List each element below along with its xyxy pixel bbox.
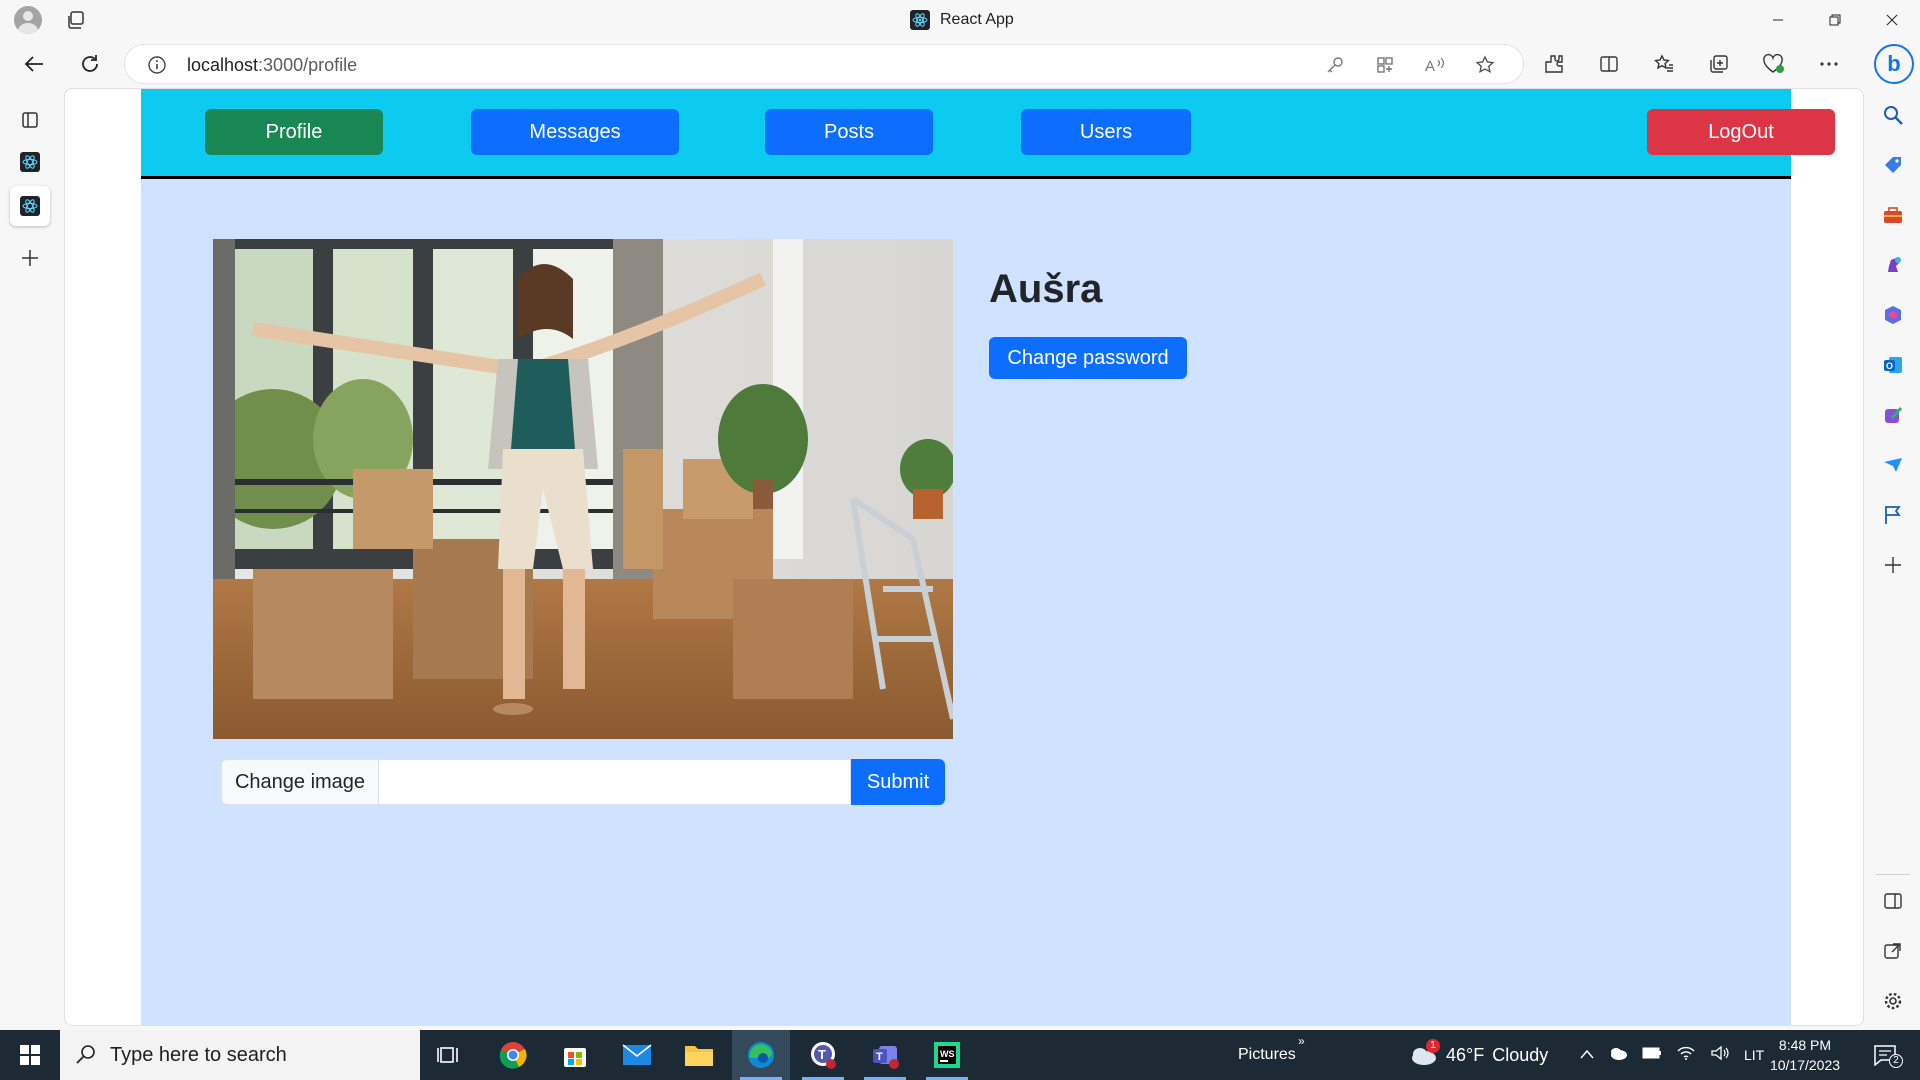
send-icon[interactable] (1880, 452, 1906, 478)
browser-titlebar: React App (0, 0, 1920, 40)
task-view-icon[interactable] (420, 1030, 478, 1080)
change-image-label: Change image (221, 759, 379, 805)
read-aloud-icon[interactable]: A (1421, 53, 1449, 77)
edge-sidebar: O (1866, 88, 1920, 1030)
app-navbar: Profile Messages Posts Users LogOut (141, 89, 1835, 179)
tab-actions-icon[interactable] (66, 10, 86, 30)
wifi-icon[interactable] (1676, 1045, 1696, 1066)
search-placeholder: Type here to search (110, 1043, 287, 1066)
weather-widget[interactable]: 1 46°F Cloudy (1408, 1030, 1548, 1080)
nav-messages-button[interactable]: Messages (471, 109, 679, 155)
window-title: React App (910, 10, 1014, 30)
onedrive-cloud-icon[interactable] (1608, 1046, 1628, 1065)
clock-time: 8:48 PM (1778, 1037, 1832, 1053)
teams-icon[interactable]: T (856, 1030, 914, 1080)
collections-icon[interactable] (1705, 52, 1733, 76)
url-path: :3000/profile (258, 55, 358, 75)
open-external-icon[interactable] (1880, 938, 1906, 964)
weather-alert-badge: 1 (1426, 1039, 1440, 1053)
windows-taskbar: Type here to search T T WS Pictures » 1 … (0, 1030, 1920, 1080)
change-image-form: Change image Submit (221, 759, 945, 805)
minimize-icon[interactable] (1749, 0, 1806, 40)
weather-description: Cloudy (1492, 1044, 1549, 1065)
new-tab-plus-icon[interactable] (10, 238, 50, 278)
outlook-icon[interactable]: O (1880, 352, 1906, 378)
favorite-star-icon[interactable] (1471, 53, 1499, 77)
toolbar-expand-chevron-icon[interactable]: » (1298, 1034, 1305, 1048)
microsoft-365-icon[interactable] (1880, 302, 1906, 328)
add-sidebar-app-icon[interactable] (1880, 552, 1906, 578)
profile-page: Profile Messages Posts Users LogOut Aušr… (141, 89, 1835, 1025)
submit-image-button[interactable]: Submit (851, 759, 945, 805)
profile-username: Aušra (989, 267, 1103, 311)
tab-react-app-active-icon[interactable] (10, 186, 50, 226)
webstorm-icon[interactable]: WS (918, 1030, 976, 1080)
svg-text:O: O (1886, 361, 1893, 371)
notifications-button[interactable]: 2 (1866, 1030, 1906, 1080)
cloud-weather-icon: 1 (1408, 1039, 1440, 1067)
nav-logout-button[interactable]: LogOut (1647, 109, 1835, 155)
svg-text:T: T (818, 1047, 826, 1062)
svg-text:T: T (876, 1051, 883, 1063)
show-hidden-icons-chevron-icon[interactable] (1580, 1046, 1594, 1064)
split-screen-icon[interactable] (1595, 52, 1623, 76)
pictures-toolbar-label[interactable]: Pictures (1238, 1046, 1296, 1064)
tab-actions-menu-icon[interactable] (10, 100, 50, 140)
chrome-icon[interactable] (484, 1030, 542, 1080)
nav-users-button[interactable]: Users (1021, 109, 1191, 155)
battery-icon[interactable] (1642, 1046, 1662, 1064)
profile-avatar-icon[interactable] (12, 6, 44, 34)
volume-icon[interactable] (1710, 1045, 1730, 1066)
svg-text:WS: WS (940, 1049, 955, 1059)
copilot-icon[interactable]: b (1874, 44, 1914, 84)
close-icon[interactable] (1863, 0, 1920, 40)
tools-briefcase-icon[interactable] (1880, 202, 1906, 228)
nav-posts-button[interactable]: Posts (765, 109, 933, 155)
file-explorer-icon[interactable] (670, 1030, 728, 1080)
search-icon[interactable] (1880, 102, 1906, 128)
edge-icon[interactable] (732, 1030, 790, 1080)
vertical-tabs-panel (0, 88, 62, 1030)
shopping-tag-icon[interactable] (1880, 152, 1906, 178)
taskbar-search-box[interactable]: Type here to search (60, 1030, 420, 1080)
system-clock[interactable]: 8:48 PM 10/17/2023 (1760, 1035, 1850, 1075)
profile-photo (213, 239, 953, 739)
clock-date: 10/17/2023 (1769, 1057, 1841, 1073)
windows-start-icon[interactable] (0, 1030, 60, 1080)
web-viewport: Profile Messages Posts Users LogOut Aušr… (64, 88, 1864, 1026)
window-title-text: React App (940, 11, 1014, 28)
microsoft-store-icon[interactable] (546, 1030, 604, 1080)
browser-essentials-icon[interactable] (1760, 52, 1788, 76)
back-arrow-icon[interactable] (16, 48, 52, 80)
change-password-button[interactable]: Change password (989, 337, 1187, 379)
url-text[interactable]: localhost:3000/profile (187, 55, 357, 76)
favorites-icon[interactable] (1650, 52, 1678, 76)
refresh-icon[interactable] (72, 48, 108, 80)
app-available-icon[interactable] (1371, 53, 1399, 77)
nav-profile-button[interactable]: Profile (205, 109, 383, 155)
react-logo-icon (910, 10, 930, 30)
image-url-input[interactable] (379, 759, 851, 805)
search-magnifier-icon (74, 1042, 98, 1071)
mail-icon[interactable] (608, 1030, 666, 1080)
restore-icon[interactable] (1806, 0, 1863, 40)
games-icon[interactable] (1880, 252, 1906, 278)
site-info-icon[interactable] (147, 55, 167, 75)
tab-react-app-icon[interactable] (10, 142, 50, 182)
hide-sidebar-icon[interactable] (1880, 888, 1906, 914)
designer-icon[interactable] (1880, 402, 1906, 428)
address-bar[interactable]: localhost:3000/profile A (124, 44, 1524, 84)
browser-toolbar: localhost:3000/profile A b (0, 40, 1920, 88)
settings-gear-icon[interactable] (1880, 988, 1906, 1014)
svg-text:A: A (1425, 58, 1435, 75)
teams-chat-icon[interactable]: T (794, 1030, 852, 1080)
notification-center-icon: 2 (1873, 1044, 1903, 1068)
flag-icon[interactable] (1880, 502, 1906, 528)
url-host: localhost (187, 55, 259, 75)
extensions-icon[interactable] (1540, 52, 1568, 76)
notification-count-badge: 2 (1889, 1054, 1903, 1068)
more-options-icon[interactable] (1815, 52, 1843, 76)
key-icon[interactable] (1321, 53, 1349, 77)
weather-temperature: 46°F (1446, 1044, 1485, 1065)
